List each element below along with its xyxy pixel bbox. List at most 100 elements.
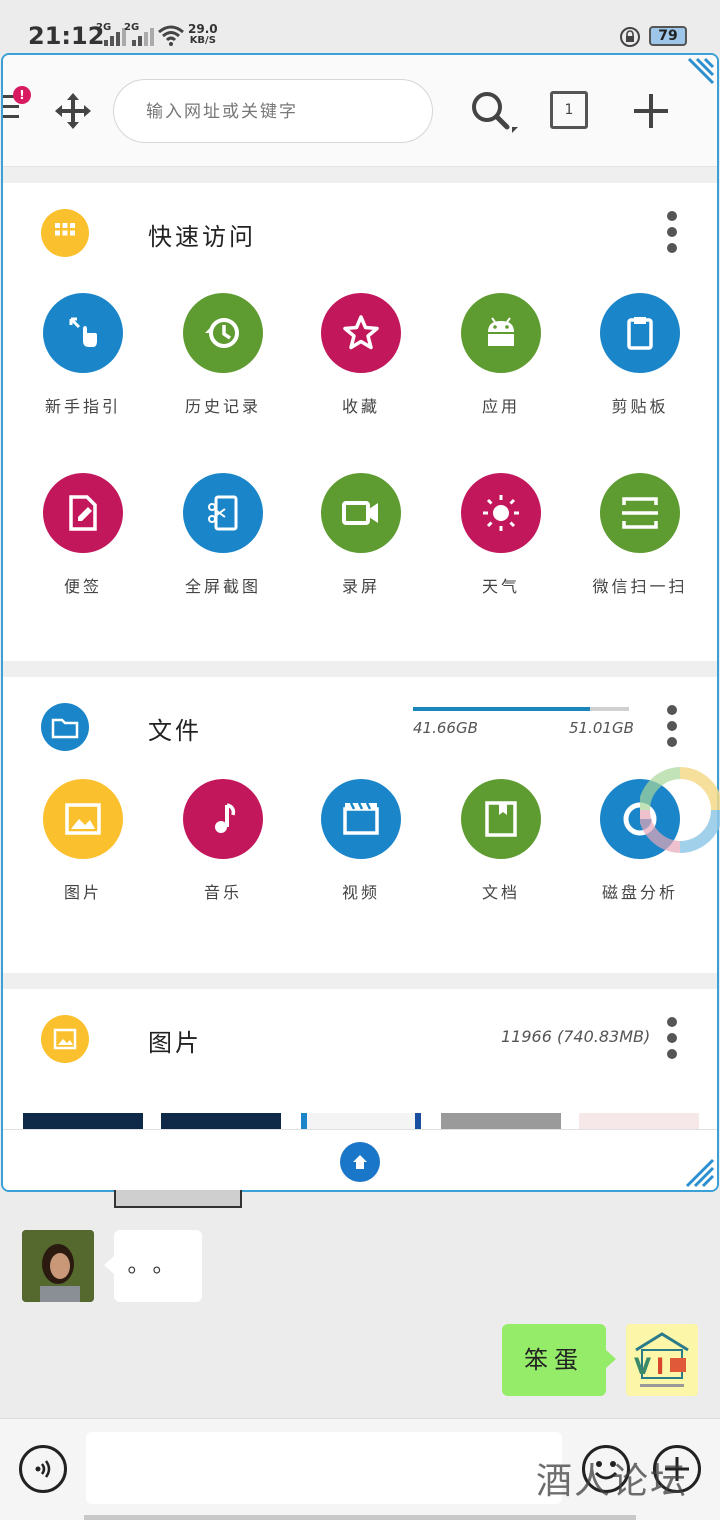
status-time: 21:12: [28, 22, 105, 50]
shortcut-label: 全屏截图: [184, 577, 261, 596]
move-icon[interactable]: [53, 91, 93, 131]
star-icon: [321, 293, 401, 373]
pictures-more-icon[interactable]: [667, 1017, 679, 1061]
shortcut-label: 天气: [481, 577, 520, 596]
clipboard-icon: [600, 293, 680, 373]
shortcut-label: 音乐: [203, 883, 242, 902]
address-bar[interactable]: [113, 79, 433, 143]
floating-ball-icon[interactable]: [640, 765, 720, 855]
shortcut-star[interactable]: 收藏: [301, 293, 421, 417]
history-icon: [183, 293, 263, 373]
home-icon: [353, 1155, 367, 1169]
my-avatar[interactable]: V I: [626, 1324, 698, 1396]
shortcut-image[interactable]: 图片: [23, 779, 143, 903]
chat-sticker-image[interactable]: [114, 1190, 242, 1208]
status-bar: 21:12 2G 2G 29.0 KB/S 79: [0, 0, 720, 56]
bottom-bar: [3, 1129, 717, 1190]
quick-access-card: 快速访问 新手指引 历史记录 收藏 应用 剪贴板便签 全屏截图 录屏 天气 微信扫一扫: [3, 183, 717, 661]
shortcut-label: 磁盘分析: [601, 883, 678, 902]
storage-used: 41.66GB: [413, 719, 478, 737]
shortcut-label: 便签: [63, 577, 102, 596]
storage-total: 51.01GB: [569, 719, 634, 737]
notification-badge: !: [13, 86, 31, 104]
shortcut-video[interactable]: 视频: [301, 779, 421, 903]
shortcut-screenshot[interactable]: 全屏截图: [163, 473, 283, 597]
note-icon: [43, 473, 123, 553]
navigation-strip: [84, 1515, 636, 1520]
touch-guide-icon: [43, 293, 123, 373]
shortcut-label: 微信扫一扫: [592, 577, 688, 596]
battery-icon: 79: [649, 26, 687, 46]
sent-message[interactable]: 笨蛋: [502, 1324, 616, 1396]
quick-access-title: 快速访问: [148, 223, 256, 251]
picture-icon: [41, 1015, 89, 1063]
network-speed-unit: KB/S: [189, 35, 216, 46]
floating-browser-window: ! 1: [1, 53, 719, 1192]
signal-2-icon: 2G: [124, 22, 154, 46]
shortcut-sun[interactable]: 天气: [441, 473, 561, 597]
shortcut-touch-guide[interactable]: 新手指引: [23, 293, 143, 417]
shortcut-label: 图片: [63, 883, 102, 902]
shortcut-video-record[interactable]: 录屏: [301, 473, 421, 597]
android-icon: [461, 293, 541, 373]
shortcut-label: 视频: [341, 883, 380, 902]
contact-avatar[interactable]: [22, 1230, 94, 1302]
folder-icon: [41, 703, 89, 751]
picture-thumbnail[interactable]: [301, 1113, 421, 1129]
svg-text:V: V: [634, 1355, 651, 1380]
shortcut-label: 剪贴板: [611, 397, 669, 416]
svg-text:I: I: [656, 1355, 664, 1380]
files-more-icon[interactable]: [667, 705, 679, 749]
picture-thumbnail[interactable]: [23, 1113, 143, 1129]
voice-input-button[interactable]: [19, 1445, 67, 1493]
video-record-icon: [321, 473, 401, 553]
signal-2-label: 2G: [124, 22, 140, 33]
search-icon[interactable]: [470, 91, 520, 135]
network-speed: 29.0 KB/S: [188, 23, 218, 47]
scan-icon: [600, 473, 680, 553]
apps-grid-icon: [41, 209, 89, 257]
shortcut-note[interactable]: 便签: [23, 473, 143, 597]
storage-progress-bar: [413, 707, 629, 711]
document-icon: [461, 779, 541, 859]
rotation-lock-icon: [620, 27, 640, 47]
message-input[interactable]: [86, 1432, 562, 1504]
shortcut-label: 文档: [481, 883, 520, 902]
browser-toolbar: ! 1: [3, 55, 717, 167]
network-speed-value: 29.0: [188, 22, 218, 36]
screenshot-icon: [183, 473, 263, 553]
sun-icon: [461, 473, 541, 553]
address-input[interactable]: [146, 98, 416, 126]
shortcut-document[interactable]: 文档: [441, 779, 561, 903]
quick-access-more-icon[interactable]: [667, 211, 679, 255]
home-button[interactable]: [340, 1142, 380, 1182]
resize-handle-top-icon[interactable]: [685, 57, 715, 87]
tabs-button[interactable]: 1: [550, 91, 588, 129]
image-icon: [43, 779, 123, 859]
picture-thumbnail[interactable]: [161, 1113, 281, 1129]
shortcut-history[interactable]: 历史记录: [163, 293, 283, 417]
pictures-count: 11966 (740.83MB): [501, 1027, 651, 1046]
signal-1-icon: 2G: [96, 22, 126, 46]
picture-thumbnail[interactable]: [579, 1113, 699, 1129]
shortcut-label: 录屏: [341, 577, 380, 596]
new-tab-icon[interactable]: [631, 91, 671, 131]
shortcut-label: 收藏: [341, 397, 380, 416]
files-title: 文件: [148, 717, 202, 745]
shortcut-label: 新手指引: [44, 397, 121, 416]
resize-handle-bottom-icon[interactable]: [685, 1158, 715, 1188]
music-icon: [183, 779, 263, 859]
shortcut-label: 应用: [481, 397, 520, 416]
pictures-card: 图片 11966 (740.83MB): [3, 989, 717, 1129]
pictures-title: 图片: [148, 1029, 202, 1057]
home-content[interactable]: 快速访问 新手指引 历史记录 收藏 应用 剪贴板便签 全屏截图 录屏 天气 微信扫一扫 文件 4…: [3, 167, 717, 1129]
wifi-icon: [158, 25, 184, 46]
shortcut-scan[interactable]: 微信扫一扫: [580, 473, 700, 597]
shortcut-android[interactable]: 应用: [441, 293, 561, 417]
voice-icon: [35, 1460, 51, 1478]
shortcut-music[interactable]: 音乐: [163, 779, 283, 903]
picture-thumbnail[interactable]: [441, 1113, 561, 1129]
shortcut-clipboard[interactable]: 剪贴板: [580, 293, 700, 417]
received-message[interactable]: 。。: [104, 1230, 202, 1302]
files-card: 文件 41.66GB 51.01GB 图片 音乐 视频 文档 磁盘分析: [3, 677, 717, 973]
